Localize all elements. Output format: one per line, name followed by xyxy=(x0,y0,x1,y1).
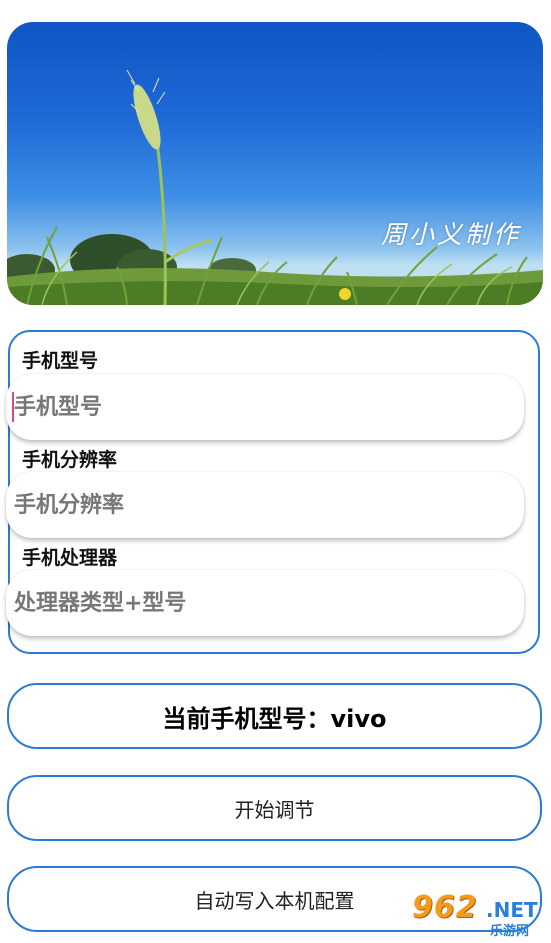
processor-input[interactable] xyxy=(6,570,524,636)
processor-label: 手机处理器 xyxy=(22,547,118,569)
text-cursor xyxy=(12,392,14,422)
model-input[interactable] xyxy=(6,374,524,440)
start-adjust-button[interactable]: 开始调节 xyxy=(7,775,542,841)
current-model-display: 当前手机型号：vivo xyxy=(7,683,542,749)
grass-field-illustration xyxy=(7,69,543,305)
watermark-suffix: .NET xyxy=(486,898,538,922)
resolution-label: 手机分辨率 xyxy=(22,449,118,471)
watermark-sub: 乐游网 xyxy=(490,924,530,939)
watermark-number: 962 xyxy=(412,890,478,925)
banner-caption: 周小义制作 xyxy=(380,220,521,249)
model-label: 手机型号 xyxy=(22,350,99,372)
resolution-input[interactable] xyxy=(6,472,524,538)
banner-image: 周小义制作 xyxy=(7,22,543,305)
site-watermark: 962 .NET 乐游网 xyxy=(412,890,545,939)
